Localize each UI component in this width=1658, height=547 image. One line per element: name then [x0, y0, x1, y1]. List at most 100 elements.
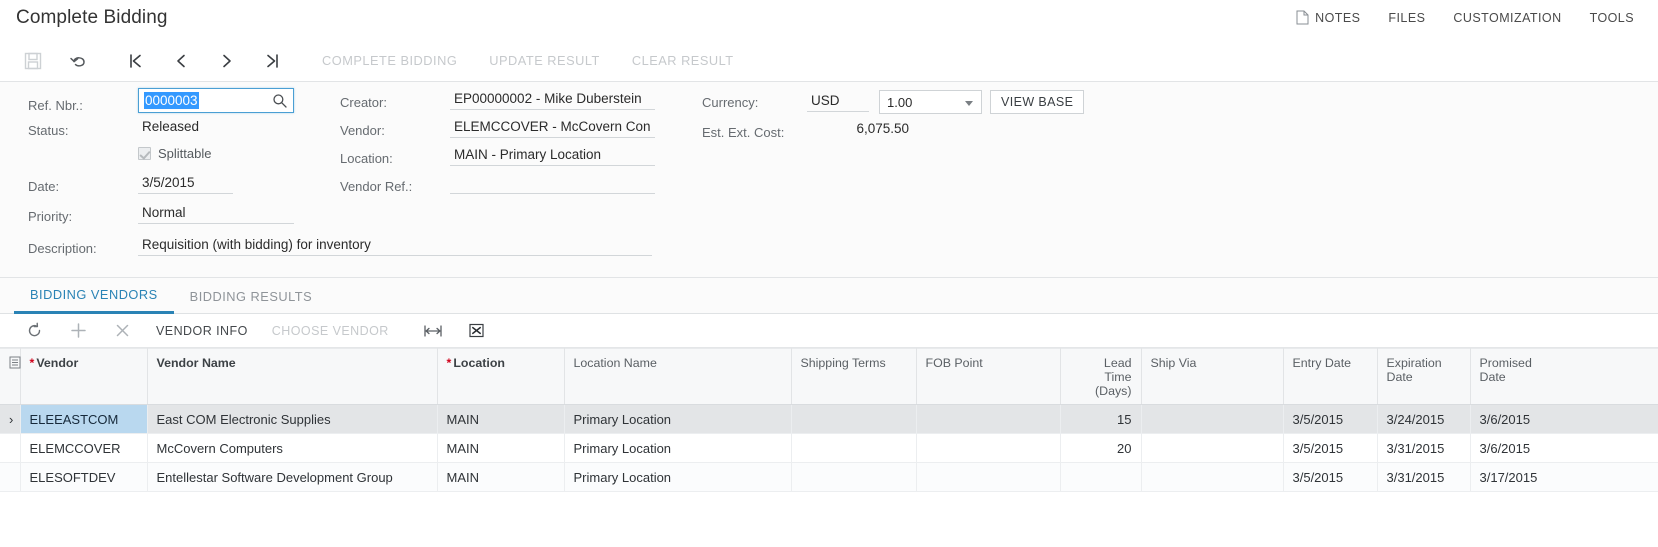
cell-location[interactable]: MAIN — [437, 404, 565, 434]
splittable-checkbox[interactable] — [138, 147, 151, 160]
cell-entry_date[interactable]: 3/5/2015 — [1283, 404, 1378, 434]
tab-bidding-results[interactable]: BIDDING RESULTS — [174, 289, 328, 313]
vendor-info-button[interactable]: VENDOR INFO — [144, 316, 260, 346]
vendor-ref-value[interactable] — [450, 174, 655, 194]
top-link-label: CUSTOMIZATION — [1453, 10, 1562, 25]
top-link-tools[interactable]: TOOLS — [1576, 7, 1648, 29]
description-value[interactable]: Requisition (with bidding) for inventory — [138, 236, 652, 256]
grid-header-promised_date[interactable]: Promised Date — [1470, 348, 1658, 405]
cell-expiration_date[interactable]: 3/24/2015 — [1377, 404, 1471, 434]
field-location: Location: MAIN - Primary Location — [340, 146, 655, 166]
grid-header-location_name[interactable]: Location Name — [564, 348, 792, 405]
cell-vendor_name[interactable]: Entellestar Software Development Group — [147, 462, 438, 492]
priority-value[interactable]: Normal — [138, 204, 294, 224]
cell-vendor_name[interactable]: East COM Electronic Supplies — [147, 404, 438, 434]
search-icon[interactable] — [272, 93, 288, 109]
creator-value[interactable]: EP00000002 - Mike Duberstein — [450, 90, 655, 110]
fit-columns-icon[interactable] — [411, 316, 455, 346]
update-result-button[interactable]: UPDATE RESULT — [473, 41, 616, 81]
clear-result-button[interactable]: CLEAR RESULT — [616, 41, 750, 81]
cell-location[interactable]: MAIN — [437, 462, 565, 492]
complete-bidding-button[interactable]: COMPLETE BIDDING — [306, 41, 473, 81]
tab-bidding-vendors[interactable]: BIDDING VENDORS — [14, 287, 174, 314]
first-record-icon[interactable] — [112, 41, 158, 81]
top-link-files[interactable]: FILES — [1374, 7, 1439, 29]
last-record-icon[interactable] — [250, 41, 296, 81]
ref-nbr-input[interactable]: 0000003 — [138, 88, 294, 113]
cell-ship_via[interactable] — [1141, 404, 1284, 434]
cell-ship_via[interactable] — [1141, 433, 1284, 463]
grid-header-ship_via[interactable]: Ship Via — [1141, 348, 1284, 405]
cell-location_name[interactable]: Primary Location — [564, 462, 792, 492]
cell-lead_time[interactable] — [1060, 462, 1142, 492]
cell-location_name[interactable]: Primary Location — [564, 404, 792, 434]
top-link-notes[interactable]: NOTES — [1282, 6, 1374, 29]
cell-promised_date[interactable]: 3/6/2015 — [1470, 404, 1658, 434]
add-row-icon[interactable] — [56, 316, 100, 346]
cell-vendor_name[interactable]: McCovern Computers — [147, 433, 438, 463]
cell-shipping_terms[interactable] — [791, 433, 917, 463]
grid-header-location[interactable]: * Location — [437, 348, 565, 405]
grid-header-shipping_terms[interactable]: Shipping Terms — [791, 348, 917, 405]
field-currency: Currency: USD 1.00 VIEW BASE — [702, 90, 1085, 114]
table-row[interactable]: ELESOFTDEV Entellestar Software Developme… — [0, 462, 1658, 492]
date-value[interactable]: 3/5/2015 — [138, 174, 233, 194]
cell-vendor[interactable]: ELEMCCOVER — [20, 433, 148, 463]
next-record-icon[interactable] — [204, 41, 250, 81]
cell-entry_date[interactable]: 3/5/2015 — [1283, 433, 1378, 463]
cell-shipping_terms[interactable] — [791, 404, 917, 434]
est-ext-cost-value: 6,075.50 — [856, 121, 909, 136]
delete-row-icon[interactable] — [100, 316, 144, 346]
cell-fob_point[interactable] — [916, 462, 1061, 492]
field-creator: Creator: EP00000002 - Mike Duberstein — [340, 90, 655, 110]
field-vendor-ref: Vendor Ref.: — [340, 174, 655, 194]
row-selector[interactable] — [0, 433, 21, 463]
page-title: Complete Bidding — [16, 7, 168, 28]
choose-vendor-button[interactable]: CHOOSE VENDOR — [260, 316, 401, 346]
cell-location_name[interactable]: Primary Location — [564, 433, 792, 463]
currency-rate-value: 1.00 — [887, 94, 913, 110]
cell-vendor[interactable]: ELEEASTCOM — [20, 404, 148, 434]
location-value[interactable]: MAIN - Primary Location — [450, 146, 655, 166]
table-row[interactable]: › ELEEASTCOM East COM Electronic Supplies M… — [0, 404, 1658, 434]
date-label: Date: — [28, 179, 60, 194]
cell-entry_date[interactable]: 3/5/2015 — [1283, 462, 1378, 492]
est-ext-cost-label: Est. Ext. Cost: — [702, 125, 785, 140]
grid-header-expiration_date[interactable]: Expiration Date — [1377, 348, 1471, 405]
undo-icon[interactable] — [56, 41, 102, 81]
grid-header-fob_point[interactable]: FOB Point — [916, 348, 1061, 405]
currency-value[interactable]: USD — [807, 92, 869, 112]
note-icon — [1296, 10, 1309, 25]
cell-expiration_date[interactable]: 3/31/2015 — [1377, 433, 1471, 463]
field-vendor: Vendor: ELEMCCOVER - McCovern Con — [340, 118, 655, 138]
row-selector[interactable]: › — [0, 404, 21, 434]
top-link-customization[interactable]: CUSTOMIZATION — [1439, 7, 1575, 29]
grid-header-vendor[interactable]: * Vendor — [20, 348, 148, 405]
cell-ship_via[interactable] — [1141, 462, 1284, 492]
cell-fob_point[interactable] — [916, 404, 1061, 434]
grid-header-lead_time[interactable]: Lead Time (Days) — [1060, 348, 1142, 405]
cell-expiration_date[interactable]: 3/31/2015 — [1377, 462, 1471, 492]
cell-lead_time[interactable]: 15 — [1060, 404, 1142, 434]
export-excel-icon[interactable] — [455, 316, 499, 346]
refresh-icon[interactable] — [12, 316, 56, 346]
cell-location[interactable]: MAIN — [437, 433, 565, 463]
cell-promised_date[interactable]: 3/17/2015 — [1470, 462, 1658, 492]
cell-vendor[interactable]: ELESOFTDEV — [20, 462, 148, 492]
grid-header-entry_date[interactable]: Entry Date — [1283, 348, 1378, 405]
currency-rate-combo[interactable]: 1.00 — [879, 90, 982, 114]
grid-toolbar: VENDOR INFO CHOOSE VENDOR — [0, 314, 1658, 348]
location-label: Location: — [340, 151, 393, 166]
view-base-button[interactable]: VIEW BASE — [990, 90, 1085, 114]
cell-lead_time[interactable]: 20 — [1060, 433, 1142, 463]
grid-header-vendor_name[interactable]: Vendor Name — [147, 348, 438, 405]
save-icon[interactable] — [10, 41, 56, 81]
previous-record-icon[interactable] — [158, 41, 204, 81]
vendor-value[interactable]: ELEMCCOVER - McCovern Con — [450, 118, 655, 138]
grid-settings-icon[interactable] — [0, 348, 21, 405]
cell-fob_point[interactable] — [916, 433, 1061, 463]
row-selector[interactable] — [0, 462, 21, 492]
cell-promised_date[interactable]: 3/6/2015 — [1470, 433, 1658, 463]
table-row[interactable]: ELEMCCOVER McCovern Computers MAIN Primary … — [0, 433, 1658, 463]
cell-shipping_terms[interactable] — [791, 462, 917, 492]
